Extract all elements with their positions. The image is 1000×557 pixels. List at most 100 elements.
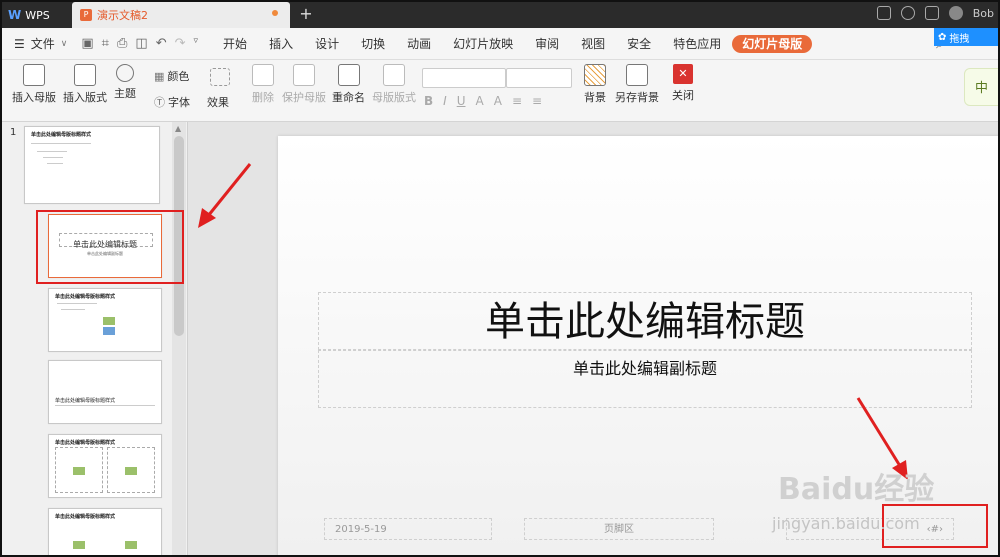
effects-icon (210, 68, 230, 86)
avatar[interactable] (948, 6, 963, 20)
print-preview-icon[interactable]: ◫ (135, 36, 147, 51)
protect-master-label: 保护母版 (282, 91, 326, 104)
insert-master-button[interactable]: 插入母版 (12, 64, 56, 105)
master-layout-icon (383, 64, 405, 86)
grid-icon: ▦ (154, 69, 165, 83)
document-tab-label: 演示文稿2 (97, 9, 148, 22)
window-layout-icon[interactable] (876, 6, 891, 20)
protect-master-button[interactable]: 保护母版 (282, 64, 326, 105)
date-placeholder[interactable]: 2019-5-19 (324, 518, 492, 540)
text-format-buttons: B I U A A ≡ ≡ (424, 94, 542, 108)
close-master-label: 关闭 (672, 89, 694, 102)
protect-master-icon (293, 64, 315, 86)
rename-button[interactable]: 重命名 (332, 64, 365, 105)
title-placeholder[interactable]: 单击此处编辑标题 (318, 292, 972, 350)
thumb-section-layout[interactable]: 单击此处编辑母版标题样式 (48, 360, 162, 424)
insert-layout-label: 插入版式 (63, 91, 107, 104)
tab-animation[interactable]: 动画 (396, 28, 442, 60)
side-assistant-tab[interactable]: 中 (964, 68, 998, 106)
fonts-button[interactable]: Ⓣ 字体 (154, 94, 190, 110)
save-background-label: 另存背景 (615, 91, 659, 104)
background-button[interactable]: 背景 (584, 64, 606, 105)
colors-button[interactable]: ▦ 颜色 (154, 68, 189, 84)
insert-master-icon (23, 64, 45, 86)
tab-slideshow[interactable]: 幻灯片放映 (442, 28, 524, 60)
scroll-up-icon[interactable]: ▲ (175, 124, 181, 133)
print-icon[interactable]: ⎙ (117, 36, 127, 51)
bullets-button[interactable]: ≡ (512, 94, 522, 108)
tab-review[interactable]: 审阅 (524, 28, 570, 60)
export-icon[interactable]: ⌗ (102, 36, 109, 51)
save-background-button[interactable]: 另存背景 (615, 64, 659, 105)
app-name: WPS (25, 8, 50, 22)
thumb-line (61, 309, 85, 310)
close-icon: ✕ (673, 64, 693, 84)
master-layout-button[interactable]: 母版版式 (372, 64, 416, 105)
footer-placeholder[interactable]: 页脚区 (524, 518, 714, 540)
new-tab-button[interactable]: + (298, 5, 314, 23)
tab-features[interactable]: 特色应用 (662, 28, 732, 60)
thumb-line (43, 157, 63, 158)
thumbnail-scrollbar[interactable]: ▲ (172, 122, 186, 555)
background-label: 背景 (584, 91, 606, 104)
effects-button[interactable]: 效果 (207, 94, 229, 110)
tab-design[interactable]: 设计 (304, 28, 350, 60)
tab-insert[interactable]: 插入 (258, 28, 304, 60)
tab-transition[interactable]: 切换 (350, 28, 396, 60)
italic-button[interactable]: I (443, 94, 447, 108)
bold-button[interactable]: B (424, 94, 433, 108)
chart-icon (73, 541, 85, 549)
numbering-button[interactable]: ≡ (532, 94, 542, 108)
save-icon[interactable]: ▣ (81, 36, 93, 51)
app-window: W WPS P 演示文稿2 + Bob ☰ 文件 ∨ ▣ ⌗ ⎙ ◫ ↶ ↷ ▿… (0, 0, 1000, 557)
tab-security[interactable]: 安全 (616, 28, 662, 60)
thumb-comparison-layout[interactable]: 单击此处编辑母版标题样式 (48, 508, 162, 555)
baidu-watermark-url: jingyan.baidu.com (772, 514, 920, 533)
footer-text: 页脚区 (604, 524, 634, 535)
insert-layout-button[interactable]: 插入版式 (63, 64, 107, 105)
highlight-box-thumbnail (36, 210, 184, 284)
baidu-watermark: Baidu经验 (778, 472, 935, 507)
redo-icon[interactable]: ↷ (175, 36, 186, 51)
customize-icon[interactable]: ▿ (194, 36, 199, 51)
thumb-section-title: 单击此处编辑母版标题样式 (55, 398, 116, 404)
hamburger-icon: ☰ (14, 36, 25, 51)
underline-button[interactable]: U (457, 94, 466, 108)
file-menu-label: 文件 (30, 37, 55, 51)
menu-bar: ☰ 文件 ∨ ▣ ⌗ ⎙ ◫ ↶ ↷ ▿ 开始 插入 设计 切换 动画 幻灯片放… (2, 28, 998, 60)
close-master-button[interactable]: ✕ 关闭 (672, 64, 694, 103)
wps-logo-icon: W (8, 8, 22, 22)
font-name-select[interactable] (422, 68, 506, 88)
delete-button[interactable]: 删除 (252, 64, 274, 105)
font-color-button[interactable]: A (476, 94, 484, 108)
menu-tabs: 开始 插入 设计 切换 动画 幻灯片放映 审阅 视图 安全 特色应用 幻灯片母版 (212, 28, 813, 60)
effects-preview[interactable] (210, 68, 230, 86)
thumb-line (57, 303, 97, 304)
wps-home-tab[interactable]: W WPS (2, 2, 68, 28)
skin-icon[interactable] (924, 6, 939, 20)
subtitle-placeholder[interactable]: 单击此处编辑副标题 (318, 350, 972, 408)
thumb-line (31, 143, 91, 144)
document-tab[interactable]: P 演示文稿2 (72, 2, 290, 28)
file-menu[interactable]: ☰ 文件 ∨ (2, 35, 67, 52)
tab-start[interactable]: 开始 (212, 28, 258, 60)
tab-slide-master[interactable]: 幻灯片母版 (732, 34, 813, 53)
cloud-badge[interactable]: ✿ 拖拽 (934, 28, 998, 46)
insert-layout-icon (74, 64, 96, 86)
thumb-two-content-layout[interactable]: 单击此处编辑母版标题样式 (48, 434, 162, 498)
slide-subtitle[interactable]: 单击此处编辑副标题 (319, 355, 971, 379)
user-name[interactable]: Bob (973, 7, 994, 20)
thumb-master[interactable]: 单击此处编辑母版标题样式 (24, 126, 160, 204)
slide-title[interactable]: 单击此处编辑标题 (319, 293, 971, 351)
font-size-up-button[interactable]: A (494, 94, 502, 108)
save-background-icon (626, 64, 648, 86)
history-icon[interactable] (900, 6, 915, 20)
thumb-two-title: 单击此处编辑母版标题样式 (55, 440, 116, 446)
font-size-select[interactable] (506, 68, 572, 88)
quick-access-toolbar: ▣ ⌗ ⎙ ◫ ↶ ↷ ▿ (81, 36, 198, 51)
thumb-content-layout[interactable]: 单击此处编辑母版标题样式 (48, 288, 162, 352)
tab-view[interactable]: 视图 (570, 28, 616, 60)
theme-button[interactable]: 主题 (114, 64, 136, 101)
thumb-line (55, 405, 155, 406)
undo-icon[interactable]: ↶ (156, 36, 167, 51)
